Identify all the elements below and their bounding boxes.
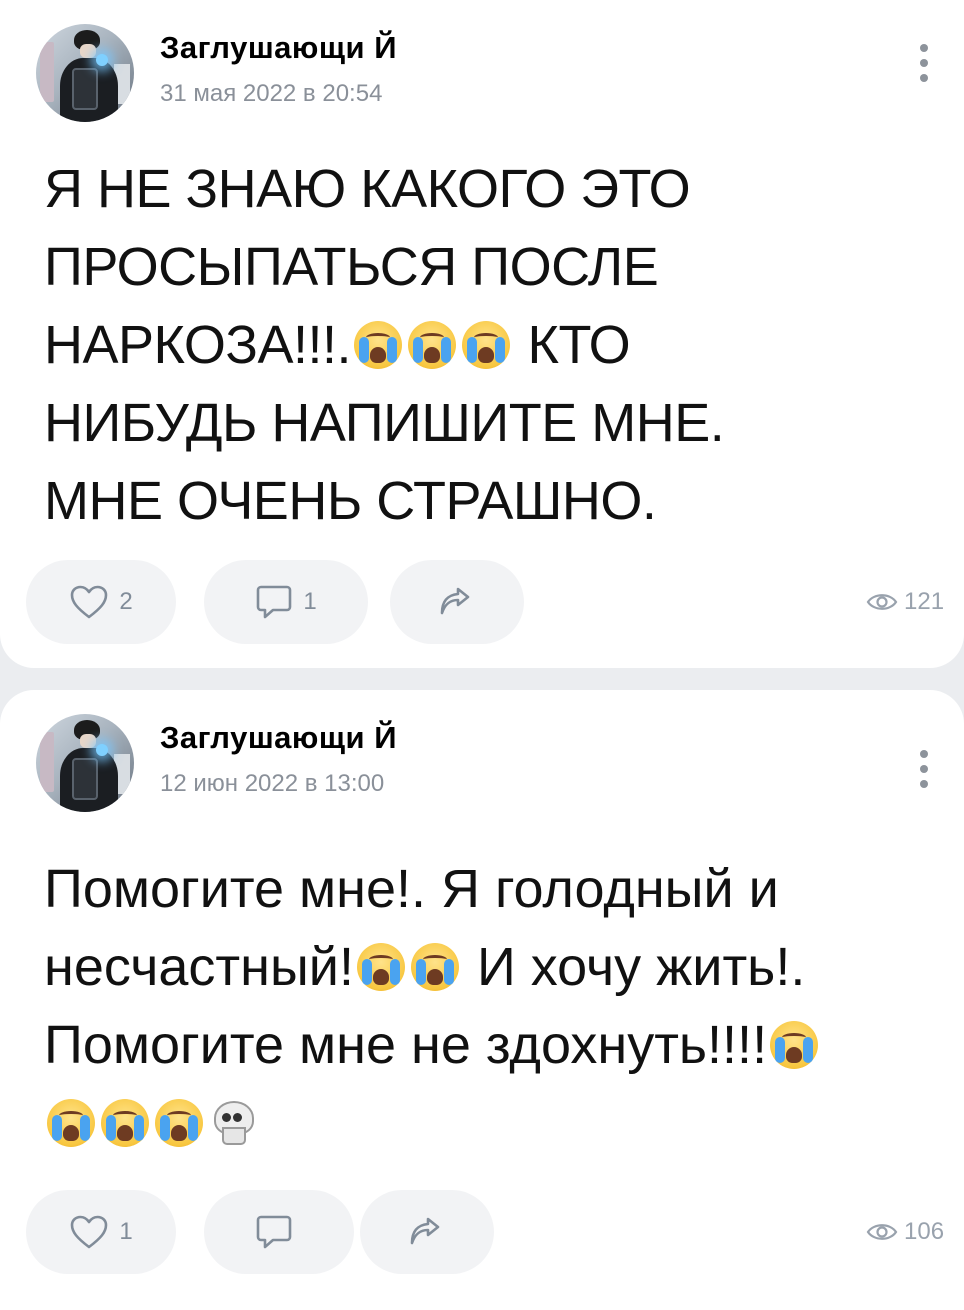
heart-icon	[71, 1215, 108, 1249]
eye-icon	[866, 1224, 898, 1240]
views-count: 106	[904, 1218, 945, 1245]
more-vertical-icon[interactable]	[914, 44, 934, 100]
post-text-line: НАРКОЗА!!!.	[44, 315, 352, 375]
avatar[interactable]	[36, 24, 134, 122]
avatar[interactable]	[36, 714, 134, 812]
comment-button[interactable]	[204, 1190, 354, 1274]
like-button[interactable]: 2	[26, 560, 176, 644]
share-icon	[410, 1217, 440, 1245]
loudly-crying-face-emoji	[354, 321, 403, 369]
comment-icon	[257, 585, 292, 619]
more-vertical-icon[interactable]	[914, 750, 934, 806]
post-text-line: Помогите мне!. Я голодный и	[44, 859, 779, 919]
post-date[interactable]: 12 июн 2022 в 13:00	[160, 770, 384, 798]
post-actions: 1 106	[26, 1190, 964, 1274]
like-count: 1	[119, 1218, 133, 1245]
post-text: Я НЕ ЗНАЮ КАКОГО ЭТО ПРОСЫПАТЬСЯ ПОСЛЕ Н…	[44, 150, 924, 540]
loudly-crying-face-emoji	[155, 1099, 203, 1147]
loudly-crying-face-emoji	[462, 321, 511, 369]
loudly-crying-face-emoji	[408, 321, 457, 369]
post-text-line: НИБУДЬ НАПИШИТЕ МНЕ.	[44, 393, 725, 453]
share-button[interactable]	[390, 560, 524, 644]
comment-button[interactable]: 1	[204, 560, 368, 644]
comment-count: 1	[303, 588, 317, 615]
share-button[interactable]	[360, 1190, 494, 1274]
eye-icon	[866, 594, 898, 610]
views-counter: 106	[866, 1218, 944, 1246]
loudly-crying-face-emoji	[410, 943, 459, 991]
views-counter: 121	[866, 588, 944, 616]
loudly-crying-face-emoji	[356, 943, 405, 991]
heart-icon	[71, 585, 108, 619]
share-icon	[440, 587, 470, 615]
views-count: 121	[904, 588, 945, 615]
comment-icon	[256, 1215, 292, 1249]
post-actions: 2 1 121	[26, 560, 964, 644]
skull-emoji	[212, 1101, 254, 1145]
author-name[interactable]: Заглушающи Й	[160, 720, 397, 756]
post-card: Заглушающи Й 31 мая 2022 в 20:54 Я НЕ ЗН…	[0, 0, 964, 668]
loudly-crying-face-emoji	[770, 1021, 819, 1069]
loudly-crying-face-emoji	[47, 1099, 95, 1147]
post-text-line: Я НЕ ЗНАЮ КАКОГО ЭТО	[44, 159, 691, 219]
post-text-line: Помогите мне не здохнуть!!!!	[44, 1015, 768, 1075]
post-text-line: ПРОСЫПАТЬСЯ ПОСЛЕ	[44, 237, 659, 297]
post-text-line: И хочу жить!.	[476, 937, 806, 997]
post-text-line: МНЕ ОЧЕНЬ СТРАШНО.	[44, 471, 657, 531]
author-name[interactable]: Заглушающи Й	[160, 30, 397, 66]
post-text: Помогите мне!. Я голодный и несчастный! …	[44, 850, 924, 1162]
loudly-crying-face-emoji	[101, 1099, 149, 1147]
post-date[interactable]: 31 мая 2022 в 20:54	[160, 80, 382, 108]
like-button[interactable]: 1	[26, 1190, 176, 1274]
post-text-line: КТО	[527, 315, 631, 375]
like-count: 2	[119, 588, 133, 615]
post-text-line: несчастный!	[44, 937, 354, 997]
